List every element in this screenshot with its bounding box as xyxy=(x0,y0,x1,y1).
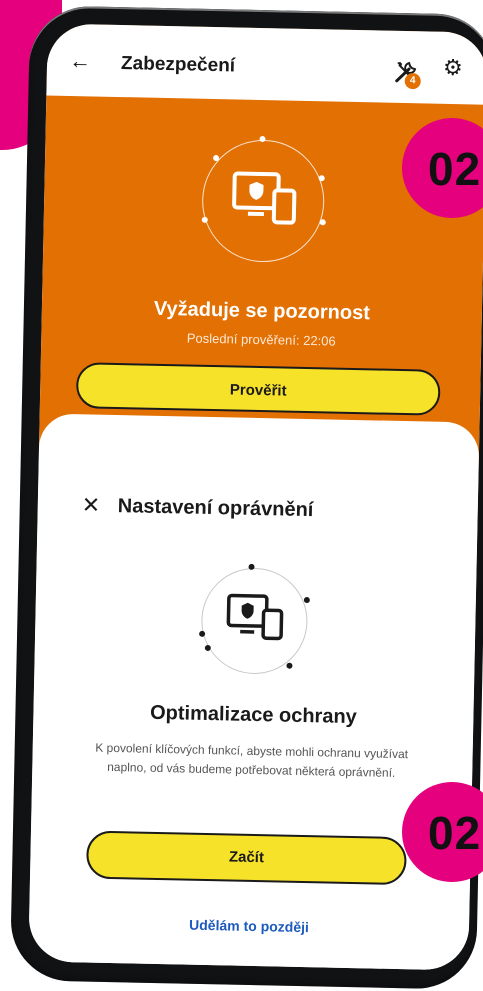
ring-dot xyxy=(199,630,206,637)
start-button[interactable]: Začít xyxy=(85,830,407,886)
ring-dot xyxy=(259,135,266,143)
ring-dot xyxy=(286,662,293,669)
last-check-text: Poslední prověření: 22:06 xyxy=(186,330,336,349)
permissions-bottom-sheet: ✕ Nastavení oprávnění Optimalizace ochra… xyxy=(28,413,480,971)
ring-dot xyxy=(201,216,208,223)
scan-button[interactable]: Prověřit xyxy=(75,362,441,416)
ring-dot xyxy=(319,219,326,226)
gear-icon[interactable]: ⚙ xyxy=(443,55,463,80)
optimization-heading: Optimalizace ochrany xyxy=(149,701,358,729)
ring-dot xyxy=(204,644,211,652)
ring-dot xyxy=(213,154,220,162)
sheet-title: Nastavení oprávnění xyxy=(117,495,314,522)
ring-dot xyxy=(248,563,255,570)
app-bar: ← Zabezpečení 4 ⚙ xyxy=(46,23,483,105)
page-title: Zabezpečení xyxy=(120,53,236,77)
ring-dot xyxy=(318,175,325,182)
status-heading: Vyžaduje se pozornost xyxy=(153,297,371,325)
devices-shield-icon xyxy=(232,171,297,225)
close-icon[interactable]: ✕ xyxy=(82,492,101,517)
do-later-link[interactable]: Udělám to později xyxy=(29,913,469,938)
back-arrow-icon[interactable]: ← xyxy=(69,48,92,73)
status-panel: ← Zabezpečení 4 ⚙ Vyžaduje se pozornost … xyxy=(38,23,483,463)
permissions-description: K povolení klíčových funkcí, abyste mohl… xyxy=(95,740,409,780)
devices-shield-icon xyxy=(226,593,284,641)
ring-dot xyxy=(303,596,310,604)
